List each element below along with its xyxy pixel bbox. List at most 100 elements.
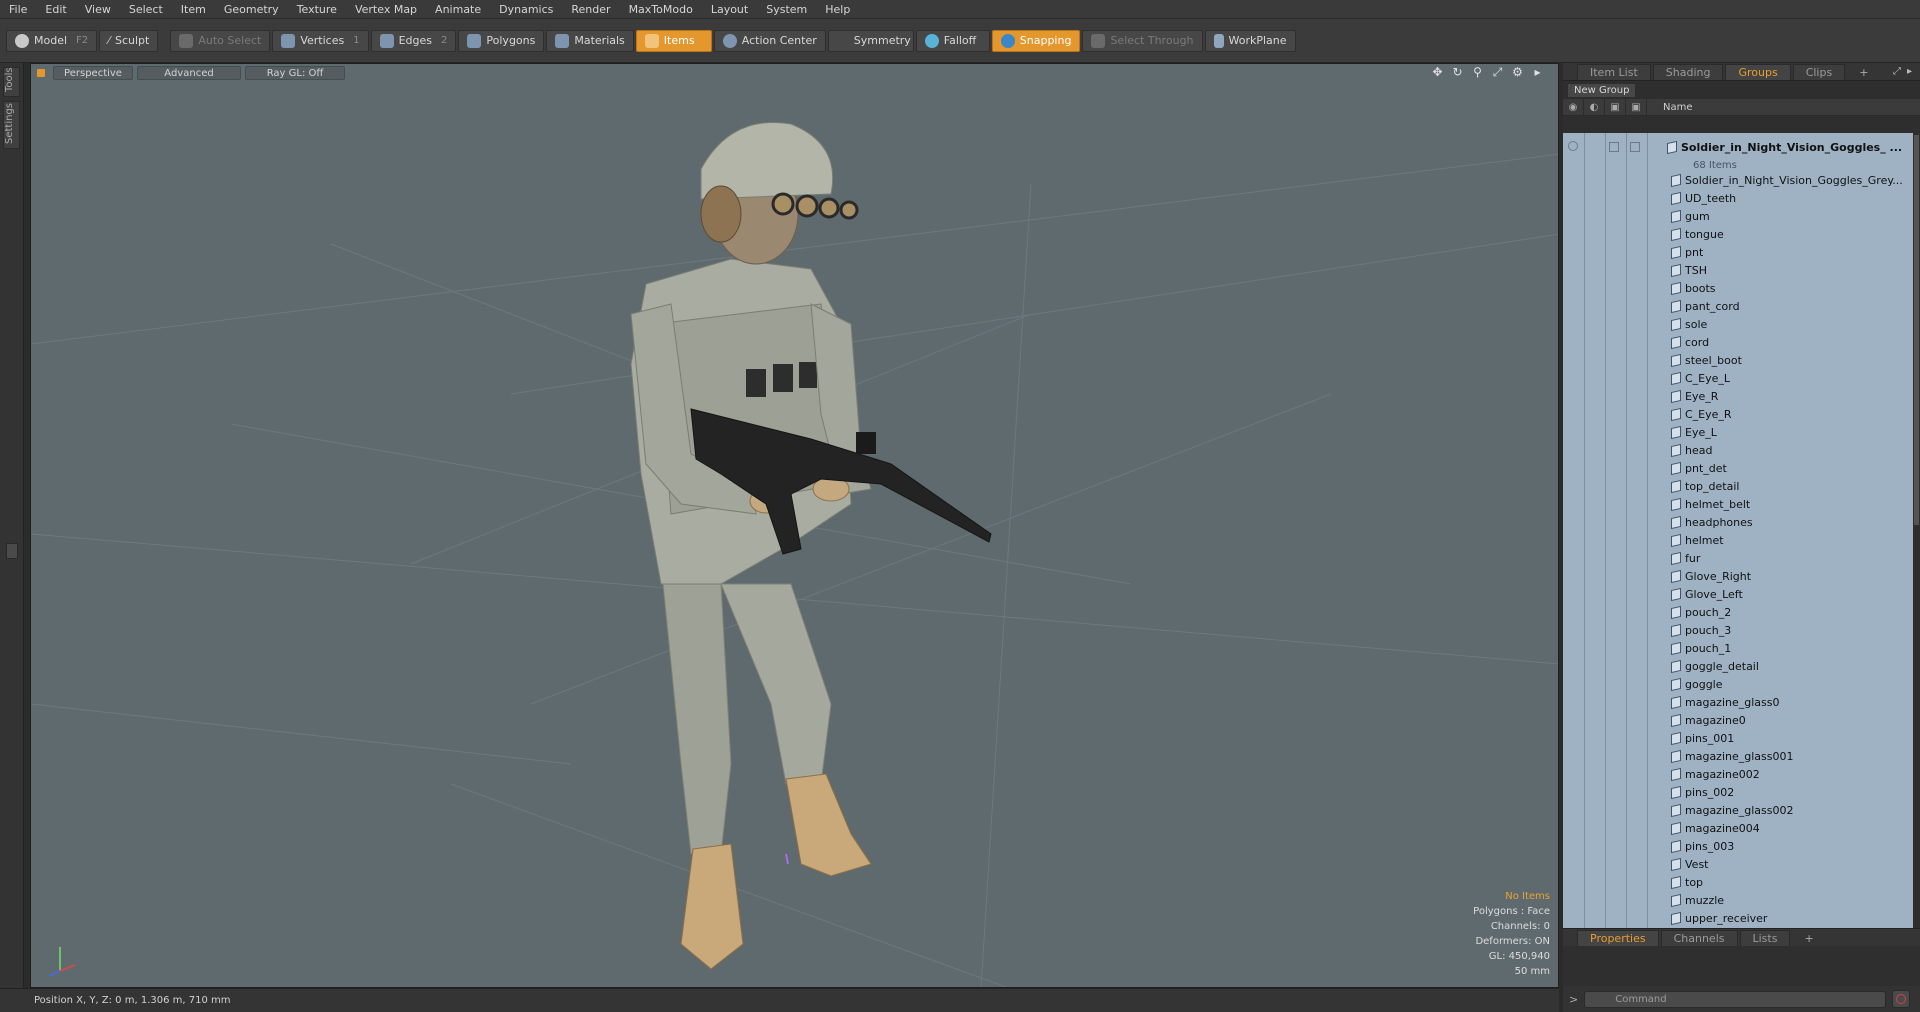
list-item[interactable]: pouch_1 [1563, 639, 1913, 657]
list-item[interactable]: helmet_belt [1563, 495, 1913, 513]
raygl-toggle[interactable]: Ray GL: Off [245, 66, 345, 80]
list-item[interactable]: goggle_detail [1563, 657, 1913, 675]
toggle-box-icon[interactable] [1630, 142, 1640, 152]
list-item[interactable]: steel_boot [1563, 351, 1913, 369]
list-item[interactable]: Eye_L [1563, 423, 1913, 441]
action-center-button[interactable]: Action Center [713, 29, 826, 52]
perspective-dropdown[interactable]: Perspective [53, 66, 133, 80]
list-item[interactable]: top_detail [1563, 477, 1913, 495]
tab-tools[interactable]: Tools [3, 67, 20, 97]
tab-channels[interactable]: Channels [1660, 930, 1738, 946]
menu-layout[interactable]: Layout [702, 0, 757, 19]
vertices-button[interactable]: Vertices 1 [272, 29, 369, 52]
menu-select[interactable]: Select [120, 0, 172, 19]
menu-texture[interactable]: Texture [288, 0, 346, 19]
items-button[interactable]: Items [635, 29, 712, 52]
3d-viewport[interactable]: Perspective Advanced Ray GL: Off ✥ ↻ ⚲ ⤢… [30, 63, 1559, 988]
menu-item[interactable]: Item [172, 0, 215, 19]
list-item[interactable]: magazine004 [1563, 819, 1913, 837]
list-item[interactable]: TSH [1563, 261, 1913, 279]
menu-edit[interactable]: Edit [36, 0, 75, 19]
list-item[interactable]: magazine_glass001 [1563, 747, 1913, 765]
tab-properties[interactable]: Properties [1577, 930, 1659, 946]
expand-arrow-icon[interactable]: ▸ [1907, 66, 1912, 77]
list-item[interactable]: head [1563, 441, 1913, 459]
tab-clips[interactable]: Clips [1792, 64, 1846, 80]
list-item[interactable]: fur [1563, 549, 1913, 567]
edges-button[interactable]: Edges 2 [370, 29, 457, 52]
list-item[interactable]: pouch_2 [1563, 603, 1913, 621]
render-column-icon[interactable]: ◐ [1584, 99, 1605, 115]
tab-lists[interactable]: Lists [1739, 930, 1791, 946]
list-item[interactable]: boots [1563, 279, 1913, 297]
viewport-menu-icon[interactable] [37, 69, 45, 77]
list-item[interactable]: helmet [1563, 531, 1913, 549]
snapping-button[interactable]: Snapping [991, 29, 1081, 52]
menu-view[interactable]: View [76, 0, 120, 19]
maximize-icon[interactable]: ⤢ [1491, 66, 1504, 79]
list-item[interactable]: pins_002 [1563, 783, 1913, 801]
gear-icon[interactable]: ⚙ [1511, 66, 1524, 79]
materials-button[interactable]: Materials [546, 29, 634, 52]
command-input[interactable] [1584, 990, 1887, 1008]
list-item[interactable]: magazine_glass0 [1563, 693, 1913, 711]
visibility-column-icon[interactable]: ◉ [1563, 99, 1584, 115]
menu-animate[interactable]: Animate [426, 0, 490, 19]
new-group-button[interactable]: New Group [1567, 82, 1637, 98]
list-item[interactable]: gum [1563, 207, 1913, 225]
list-item[interactable]: UD_teeth [1563, 189, 1913, 207]
pan-icon[interactable]: ✥ [1431, 66, 1444, 79]
list-item[interactable]: magazine002 [1563, 765, 1913, 783]
menu-dynamics[interactable]: Dynamics [490, 0, 562, 19]
record-macro-button[interactable] [1892, 990, 1911, 1008]
list-item[interactable]: top [1563, 873, 1913, 891]
falloff-button[interactable]: Falloff [915, 29, 990, 52]
list-item[interactable]: sole [1563, 315, 1913, 333]
tab-shading[interactable]: Shading [1652, 64, 1724, 80]
list-item-mesh[interactable]: Soldier_in_Night_Vision_Goggles_Grey... [1563, 171, 1913, 189]
tab-item-list[interactable]: Item List [1577, 64, 1651, 80]
add-tab-icon[interactable]: + [1847, 64, 1880, 80]
list-item[interactable]: pnt_det [1563, 459, 1913, 477]
list-item[interactable]: goggle [1563, 675, 1913, 693]
menu-system[interactable]: System [757, 0, 816, 19]
list-item[interactable]: C_Eye_R [1563, 405, 1913, 423]
list-item[interactable]: C_Eye_L [1563, 369, 1913, 387]
add-tab-icon[interactable]: + [1792, 930, 1825, 946]
menu-file[interactable]: File [0, 0, 36, 19]
list-item[interactable]: Vest [1563, 855, 1913, 873]
list-item[interactable]: pins_003 [1563, 837, 1913, 855]
list-item[interactable]: headphones [1563, 513, 1913, 531]
workplane-button[interactable]: WorkPlane [1204, 29, 1296, 52]
lock-column-icon[interactable]: ▣ [1605, 99, 1626, 115]
maximize-icon[interactable]: ⤢ [1893, 66, 1901, 77]
list-item[interactable]: Eye_R [1563, 387, 1913, 405]
menu-render[interactable]: Render [562, 0, 619, 19]
list-item[interactable]: upper_receiver [1563, 909, 1913, 927]
group-row[interactable]: Soldier_in_Night_Vision_Goggles_ ... [1563, 138, 1913, 156]
list-item[interactable]: magazine0 [1563, 711, 1913, 729]
panel-collapse-handle[interactable] [6, 543, 18, 559]
shading-style-dropdown[interactable]: Advanced [137, 66, 241, 80]
symmetry-button[interactable]: Symmetry [827, 29, 914, 52]
list-item[interactable]: Glove_Right [1563, 567, 1913, 585]
groups-list[interactable]: Soldier_in_Night_Vision_Goggles_ ... 68 I… [1563, 133, 1913, 928]
soldier-model[interactable] [630, 122, 992, 970]
groups-list-scrollbar[interactable] [1913, 133, 1920, 928]
list-item[interactable]: pnt [1563, 243, 1913, 261]
orbit-icon[interactable]: ↻ [1451, 66, 1464, 79]
list-item[interactable]: pant_cord [1563, 297, 1913, 315]
zoom-icon[interactable]: ⚲ [1471, 66, 1484, 79]
menu-geometry[interactable]: Geometry [215, 0, 288, 19]
list-item[interactable]: Glove_Left [1563, 585, 1913, 603]
list-item[interactable]: muzzle [1563, 891, 1913, 909]
list-item[interactable]: tongue [1563, 225, 1913, 243]
expand-arrow-icon[interactable]: ▸ [1531, 66, 1544, 79]
auto-select-button[interactable]: Auto Select [170, 29, 271, 52]
list-item[interactable]: pins_001 [1563, 729, 1913, 747]
list-item[interactable]: cord [1563, 333, 1913, 351]
toggle-box-icon[interactable] [1609, 142, 1619, 152]
menu-help[interactable]: Help [816, 0, 859, 19]
visibility-eye-icon[interactable] [1568, 141, 1578, 151]
list-item[interactable]: magazine_glass002 [1563, 801, 1913, 819]
